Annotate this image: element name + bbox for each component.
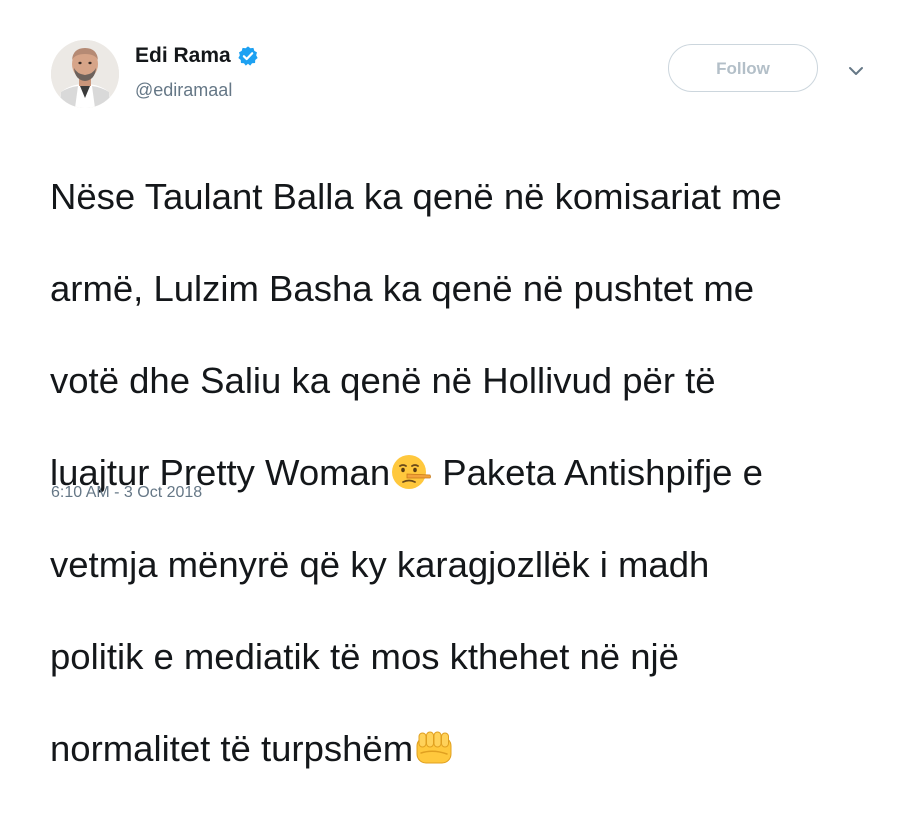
lying-face-emoji-icon (390, 451, 432, 493)
author-display-name[interactable]: Edi Rama (135, 44, 231, 68)
chevron-down-icon[interactable] (848, 64, 864, 76)
tweet-card: Edi Rama @ediramaal Follow Nëse Taulant … (0, 0, 900, 769)
tweet-line: politik e mediatik të mos kthehet në një (50, 636, 679, 677)
avatar[interactable] (51, 40, 119, 108)
tweet-timestamp[interactable]: 6:10 AM - 3 Oct 2018 (51, 484, 202, 502)
tweet-line: votë dhe Saliu ka qenë në Hollivud për t… (50, 360, 716, 401)
tweet-line: armë, Lulzim Basha ka qenë në pushtet me (50, 268, 755, 309)
author-name-row: Edi Rama (135, 44, 259, 68)
tweet-line-with-emoji: normalitet të turpshëm (50, 726, 880, 772)
tweet-text: Nëse Taulant Balla ka qenë në komisariat… (50, 128, 880, 818)
profile-photo-icon (51, 40, 119, 108)
oncoming-fist-emoji-icon (413, 727, 455, 769)
author-handle[interactable]: @ediramaal (135, 80, 232, 101)
follow-button[interactable]: Follow (668, 44, 818, 92)
verified-badge-icon (237, 45, 259, 67)
tweet-line: vetmja mënyrë që ky karagjozllëk i madh (50, 544, 710, 585)
tweet-line-part: Paketa Antishpifje e (432, 452, 763, 493)
tweet-line: Nëse Taulant Balla ka qenë në komisariat… (50, 176, 782, 217)
tweet-line-part: normalitet të turpshëm (50, 728, 414, 769)
